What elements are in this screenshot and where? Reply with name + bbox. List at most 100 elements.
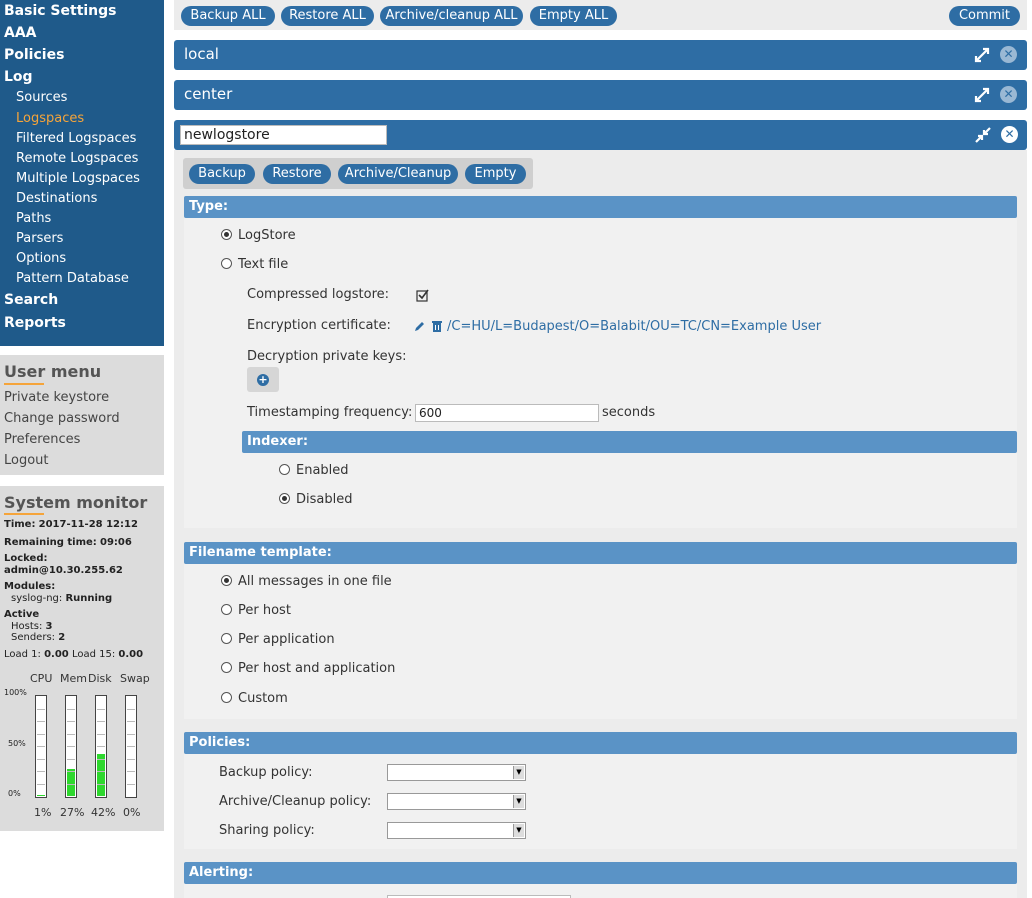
close-icon[interactable]: ✕ <box>1000 46 1017 63</box>
sysmon-active-label: Active <box>4 609 40 620</box>
sharing-policy-select[interactable]: ▼ <box>387 822 526 839</box>
nav-subitem-logspaces[interactable]: Logspaces <box>16 111 84 126</box>
radio-empty-icon <box>221 662 232 673</box>
gauge-tick <box>97 758 105 760</box>
empty-button[interactable]: Empty <box>465 164 526 184</box>
close-icon[interactable]: ✕ <box>1001 126 1018 143</box>
filename-per-host-and-application-radio[interactable]: Per host and application <box>221 661 395 676</box>
nav-item-aaa[interactable]: AAA <box>4 25 37 41</box>
archive-policy-select[interactable]: ▼ <box>387 793 526 810</box>
logspace-local-header[interactable]: local ✕ <box>174 40 1027 70</box>
user-menu-private-keystore[interactable]: Private keystore <box>4 390 109 405</box>
nav-subitem-destinations[interactable]: Destinations <box>16 191 97 206</box>
gauge-tick <box>97 733 105 735</box>
nav-subitem-multiple-logspaces[interactable]: Multiple Logspaces <box>16 171 140 186</box>
archive-cleanup-all-button[interactable]: Archive/cleanup ALL <box>380 6 523 26</box>
gauge-tick <box>37 758 45 760</box>
title-underline <box>4 383 44 385</box>
gauge-tick <box>127 771 135 772</box>
backup-policy-select[interactable]: ▼ <box>387 764 526 781</box>
gauge-tick <box>127 708 135 710</box>
nav-subitem-sources[interactable]: Sources <box>16 90 67 105</box>
commit-button[interactable]: Commit <box>949 6 1020 26</box>
policies-section-title: Policies: <box>184 732 1017 754</box>
indexer-disabled-radio[interactable]: Disabled <box>279 492 352 507</box>
gauge-scale-100: 100% <box>4 688 27 697</box>
filename-per-host-radio[interactable]: Per host <box>221 603 291 618</box>
mem-percent: 27% <box>60 806 85 819</box>
nav-subitem-pattern-database[interactable]: Pattern Database <box>16 271 129 286</box>
nav-subitem-parsers[interactable]: Parsers <box>16 231 63 246</box>
gauge-tick <box>67 746 75 747</box>
chevron-down-icon: ▼ <box>513 766 524 779</box>
chevron-down-icon: ▼ <box>513 824 524 837</box>
nav-subitem-paths[interactable]: Paths <box>16 211 51 226</box>
filename-per-application-radio[interactable]: Per application <box>221 632 335 647</box>
cpu-percent: 1% <box>34 806 52 819</box>
restore-button[interactable]: Restore <box>263 164 331 184</box>
backup-button[interactable]: Backup <box>189 164 255 184</box>
user-menu-change-password[interactable]: Change password <box>4 411 120 426</box>
type-logstore-radio[interactable]: LogStore <box>221 228 296 243</box>
close-icon[interactable]: ✕ <box>1000 86 1017 103</box>
trash-icon[interactable] <box>431 320 443 332</box>
backup-policy-label: Backup policy: <box>219 765 313 780</box>
collapse-icon[interactable] <box>974 126 992 144</box>
empty-all-button[interactable]: Empty ALL <box>530 6 617 26</box>
user-menu-logout[interactable]: Logout <box>4 453 49 468</box>
timestamping-label: Timestamping frequency: <box>247 405 413 420</box>
logspace-edit-body: Backup Restore Archive/Cleanup Empty Typ… <box>174 150 1027 898</box>
nav-subitem-filtered-logspaces[interactable]: Filtered Logspaces <box>16 131 136 146</box>
filename-template-title: Filename template: <box>184 542 1017 564</box>
nav-subitem-options[interactable]: Options <box>16 251 66 266</box>
nav-item-reports[interactable]: Reports <box>4 315 66 331</box>
filename-custom-radio[interactable]: Custom <box>221 691 288 706</box>
gauge-header-swap: Swap <box>120 672 150 685</box>
gauge-tick <box>97 708 105 710</box>
compressed-checkbox[interactable] <box>416 289 429 302</box>
radio-selected-icon <box>221 575 232 586</box>
sysmon-hosts: Hosts: 3 <box>11 621 53 632</box>
backup-all-button[interactable]: Backup ALL <box>181 6 275 26</box>
chevron-down-icon: ▼ <box>513 795 524 808</box>
nav-item-basic-settings[interactable]: Basic Settings <box>4 3 117 19</box>
gauge-tick <box>37 708 45 710</box>
restore-all-button[interactable]: Restore ALL <box>281 6 374 26</box>
logspace-actions: Backup Restore Archive/Cleanup Empty <box>183 158 533 189</box>
gauge-header-cpu: CPU <box>30 672 53 685</box>
logspace-name-input[interactable] <box>180 125 387 145</box>
encryption-certificate-link[interactable]: /C=HU/L=Budapest/O=Balabit/OU=TC/CN=Exam… <box>447 319 821 334</box>
archive-cleanup-button[interactable]: Archive/Cleanup <box>338 164 458 184</box>
gauge-header-disk: Disk <box>88 672 112 685</box>
gauge-tick <box>127 783 135 785</box>
expand-icon[interactable] <box>973 46 991 64</box>
indexer-enabled-radio[interactable]: Enabled <box>279 463 349 478</box>
filename-all-in-one-radio[interactable]: All messages in one file <box>221 574 392 589</box>
nav-subitem-remote-logspaces[interactable]: Remote Logspaces <box>16 151 138 166</box>
gauge-tick <box>37 783 45 785</box>
gauge-tick <box>127 721 135 722</box>
swap-percent: 0% <box>123 806 141 819</box>
swap-gauge <box>125 695 137 798</box>
add-key-button[interactable]: + <box>247 367 279 392</box>
gauge-tick <box>67 758 75 760</box>
gauge-tick <box>97 746 105 747</box>
gauge-tick <box>97 771 105 772</box>
nav-item-log[interactable]: Log <box>4 69 33 85</box>
expand-icon[interactable] <box>973 86 991 104</box>
logspace-center-header[interactable]: center ✕ <box>174 80 1027 110</box>
gauge-scale-0: 0% <box>8 789 21 798</box>
gauge-header-mem: Mem <box>60 672 87 685</box>
compressed-label: Compressed logstore: <box>247 287 390 302</box>
edit-pencil-icon[interactable] <box>414 320 426 332</box>
gauge-tick <box>127 733 135 735</box>
nav-item-search[interactable]: Search <box>4 292 58 308</box>
user-menu-preferences[interactable]: Preferences <box>4 432 80 447</box>
nav-item-policies[interactable]: Policies <box>4 47 64 63</box>
gauge-tick <box>67 771 75 772</box>
sharing-policy-label: Sharing policy: <box>219 823 315 838</box>
type-textfile-radio[interactable]: Text file <box>221 257 288 272</box>
indexer-section-title: Indexer: <box>242 431 1017 453</box>
gauge-tick <box>37 746 45 747</box>
timestamping-frequency-input[interactable] <box>415 404 599 422</box>
